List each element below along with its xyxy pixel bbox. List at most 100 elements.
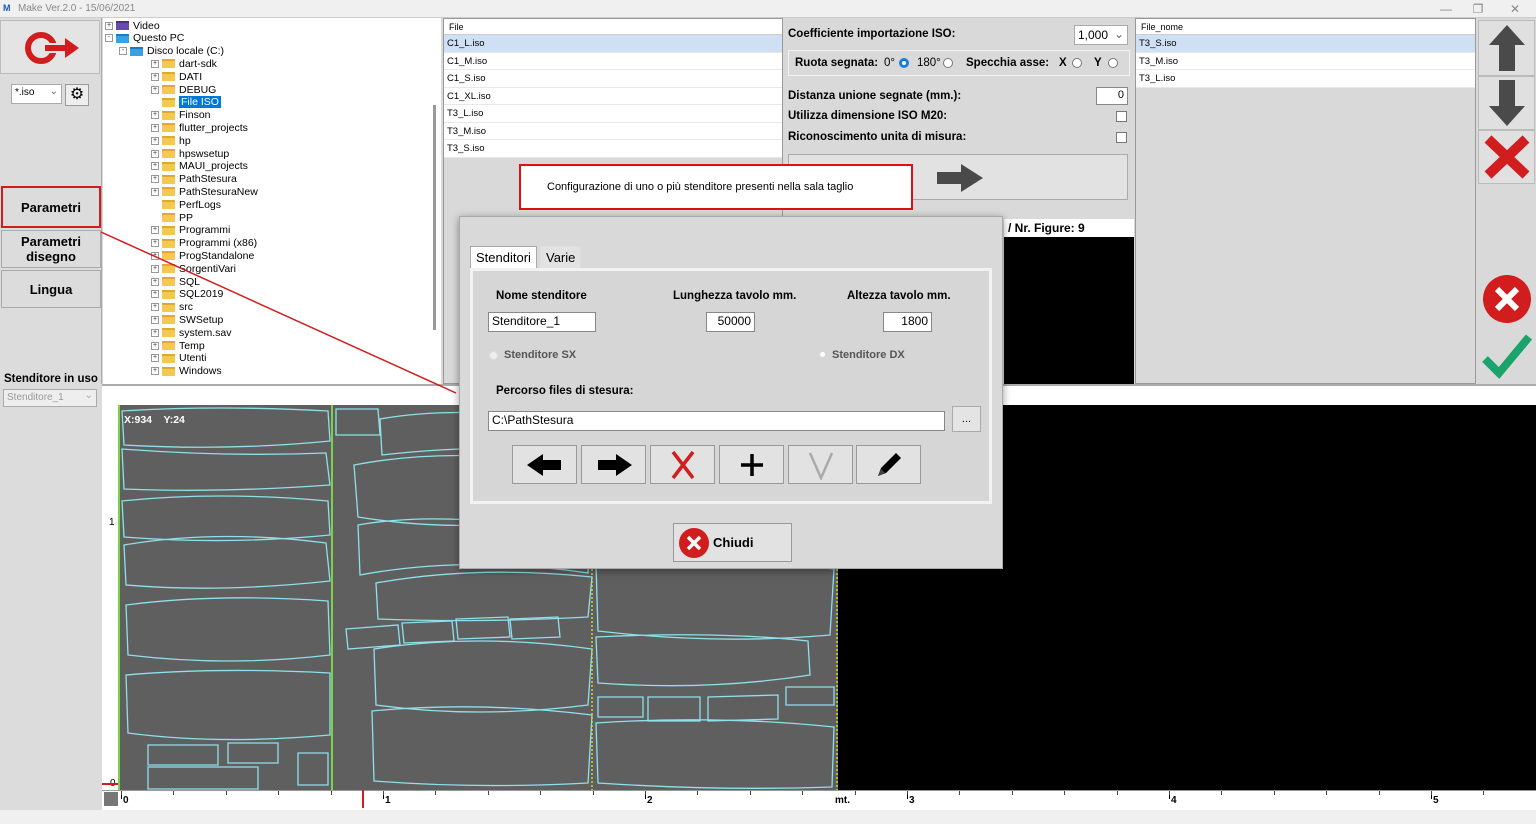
folder-tree[interactable]: + Video - Questo PC - Disco locale (C:) + dart-…	[103, 18, 441, 384]
tab-stenditori[interactable]: Stenditori	[470, 246, 537, 268]
tree-expander-icon[interactable]	[151, 201, 159, 209]
delete-button[interactable]	[1478, 130, 1535, 184]
cancel-button[interactable]	[1478, 272, 1535, 326]
confirm-button[interactable]	[1478, 328, 1535, 382]
previous-button[interactable]	[512, 445, 577, 484]
tree-expander-icon[interactable]: +	[151, 123, 159, 132]
tree-node[interactable]: + DATI	[151, 70, 202, 83]
tree-node[interactable]: + DEBUG	[151, 83, 216, 96]
tree-expander-icon[interactable]: +	[151, 175, 159, 184]
nav-parametri[interactable]: Parametri	[1, 186, 101, 228]
tree-expander-icon[interactable]: +	[151, 315, 159, 324]
tree-node[interactable]: + Finson	[151, 109, 211, 122]
restore-button[interactable]: ❐	[1468, 1, 1488, 17]
tree-expander-icon[interactable]: +	[151, 354, 159, 363]
tree-expander-icon[interactable]: +	[151, 328, 159, 337]
file-row[interactable]: C1_L.iso	[444, 35, 782, 53]
tree-expander-icon[interactable]: +	[151, 277, 159, 286]
tree-node[interactable]: + PathStesuraNew	[151, 185, 258, 198]
file-filter-select[interactable]: *.iso ⌄	[11, 84, 62, 104]
tree-expander-icon[interactable]: -	[105, 34, 113, 43]
exit-button[interactable]	[0, 20, 100, 74]
delete-stenditore-button[interactable]	[650, 445, 715, 484]
stenditore-sx-radio[interactable]	[489, 351, 498, 360]
tree-expander-icon[interactable]: +	[151, 136, 159, 145]
tree-expander-icon[interactable]: +	[151, 85, 159, 94]
lunghezza-input[interactable]: 50000	[706, 312, 755, 332]
minimize-button[interactable]: —	[1436, 1, 1456, 17]
mirror-y-radio[interactable]	[1108, 58, 1118, 68]
tree-node[interactable]: + hpswsetup	[151, 147, 229, 160]
output-file-row[interactable]: T3_S.iso	[1136, 35, 1475, 53]
next-button[interactable]	[581, 445, 646, 484]
tree-expander-icon[interactable]: +	[151, 239, 159, 248]
tab-varie[interactable]: Varie	[540, 246, 582, 268]
tree-node[interactable]: + flutter_projects	[151, 121, 248, 134]
coeff-select[interactable]: 1,000 ⌄	[1074, 25, 1128, 45]
m20-checkbox[interactable]	[1116, 111, 1127, 122]
tree-node[interactable]: + Utenti	[151, 352, 206, 365]
file-row[interactable]: C1_M.iso	[444, 53, 782, 70]
tree-expander-icon[interactable]: +	[151, 367, 159, 376]
settings-button[interactable]: ⚙	[65, 84, 89, 106]
distanza-input[interactable]: 0	[1096, 87, 1128, 105]
tree-node[interactable]: + MAUI_projects	[151, 160, 248, 173]
file-row[interactable]: T3_L.iso	[444, 105, 782, 123]
tree-scrollbar[interactable]	[433, 105, 436, 330]
tree-node[interactable]: + SQL2019	[151, 288, 223, 301]
nome-input[interactable]: Stenditore_1	[488, 312, 596, 332]
output-file-row[interactable]: T3_L.iso	[1136, 70, 1475, 88]
file-row[interactable]: C1_S.iso	[444, 70, 782, 88]
file-row[interactable]: T3_M.iso	[444, 123, 782, 140]
tree-node[interactable]: + Temp	[151, 339, 205, 352]
stenditore-dx-radio[interactable]	[820, 352, 825, 357]
tree-expander-icon[interactable]: +	[151, 264, 159, 273]
move-down-button[interactable]	[1478, 76, 1535, 130]
tree-expander-icon[interactable]	[151, 98, 159, 106]
tree-node[interactable]: + Windows	[151, 365, 222, 378]
output-file-row[interactable]: T3_M.iso	[1136, 53, 1475, 70]
stenditore-select[interactable]: Stenditore_1 ⌄	[3, 389, 97, 407]
tree-expander-icon[interactable]: +	[151, 341, 159, 350]
rotate-180-radio[interactable]	[943, 58, 953, 68]
edit-stenditore-button[interactable]	[856, 445, 921, 484]
tree-expander-icon[interactable]: +	[151, 111, 159, 120]
tree-node[interactable]: + SQL	[151, 275, 200, 288]
tree-expander-icon[interactable]: +	[151, 162, 159, 171]
tree-node[interactable]: + system.sav	[151, 326, 232, 339]
tree-node[interactable]: + Programmi (x86)	[151, 237, 257, 250]
tree-node[interactable]: - Disco locale (C:)	[119, 45, 224, 58]
tree-expander-icon[interactable]: +	[151, 303, 159, 312]
tree-node[interactable]: + Programmi	[151, 224, 230, 237]
tree-node[interactable]: + hp	[151, 134, 191, 147]
altezza-input[interactable]: 1800	[883, 312, 932, 332]
percorso-input[interactable]: C:\PathStesura	[488, 411, 945, 431]
tree-node[interactable]: PP	[151, 211, 193, 224]
tree-node[interactable]: File ISO	[151, 96, 221, 109]
output-file-list[interactable]: File_nome T3_S.iso T3_M.iso T3_L.iso	[1135, 18, 1476, 384]
tree-node[interactable]: - Questo PC	[105, 32, 184, 45]
browse-button[interactable]: ...	[952, 406, 981, 432]
tree-node[interactable]: + Video	[105, 19, 160, 32]
chiudi-button[interactable]: Chiudi	[673, 523, 792, 562]
tree-node[interactable]: + SWSetup	[151, 313, 223, 326]
mirror-x-radio[interactable]	[1072, 58, 1082, 68]
unita-checkbox[interactable]	[1116, 132, 1127, 143]
tree-expander-icon[interactable]: -	[119, 47, 127, 56]
rotate-0-radio[interactable]	[899, 58, 909, 68]
add-stenditore-button[interactable]	[719, 445, 784, 484]
tree-expander-icon[interactable]: +	[151, 149, 159, 158]
tree-expander-icon[interactable]: +	[151, 72, 159, 81]
tree-expander-icon[interactable]: +	[151, 290, 159, 299]
tree-node[interactable]: + PathStesura	[151, 173, 237, 186]
file-row[interactable]: T3_S.iso	[444, 140, 782, 158]
nav-parametri-disegno[interactable]: Parametri disegno	[1, 230, 101, 268]
nav-lingua[interactable]: Lingua	[1, 270, 101, 308]
close-window-button[interactable]: ✕	[1505, 1, 1525, 17]
file-row[interactable]: C1_XL.iso	[444, 88, 782, 105]
tree-node[interactable]: + dart-sdk	[151, 57, 217, 70]
move-up-button[interactable]	[1478, 20, 1535, 76]
tree-expander-icon[interactable]: +	[151, 187, 159, 196]
confirm-stenditore-button[interactable]	[788, 445, 853, 484]
tree-expander-icon[interactable]: +	[151, 226, 159, 235]
